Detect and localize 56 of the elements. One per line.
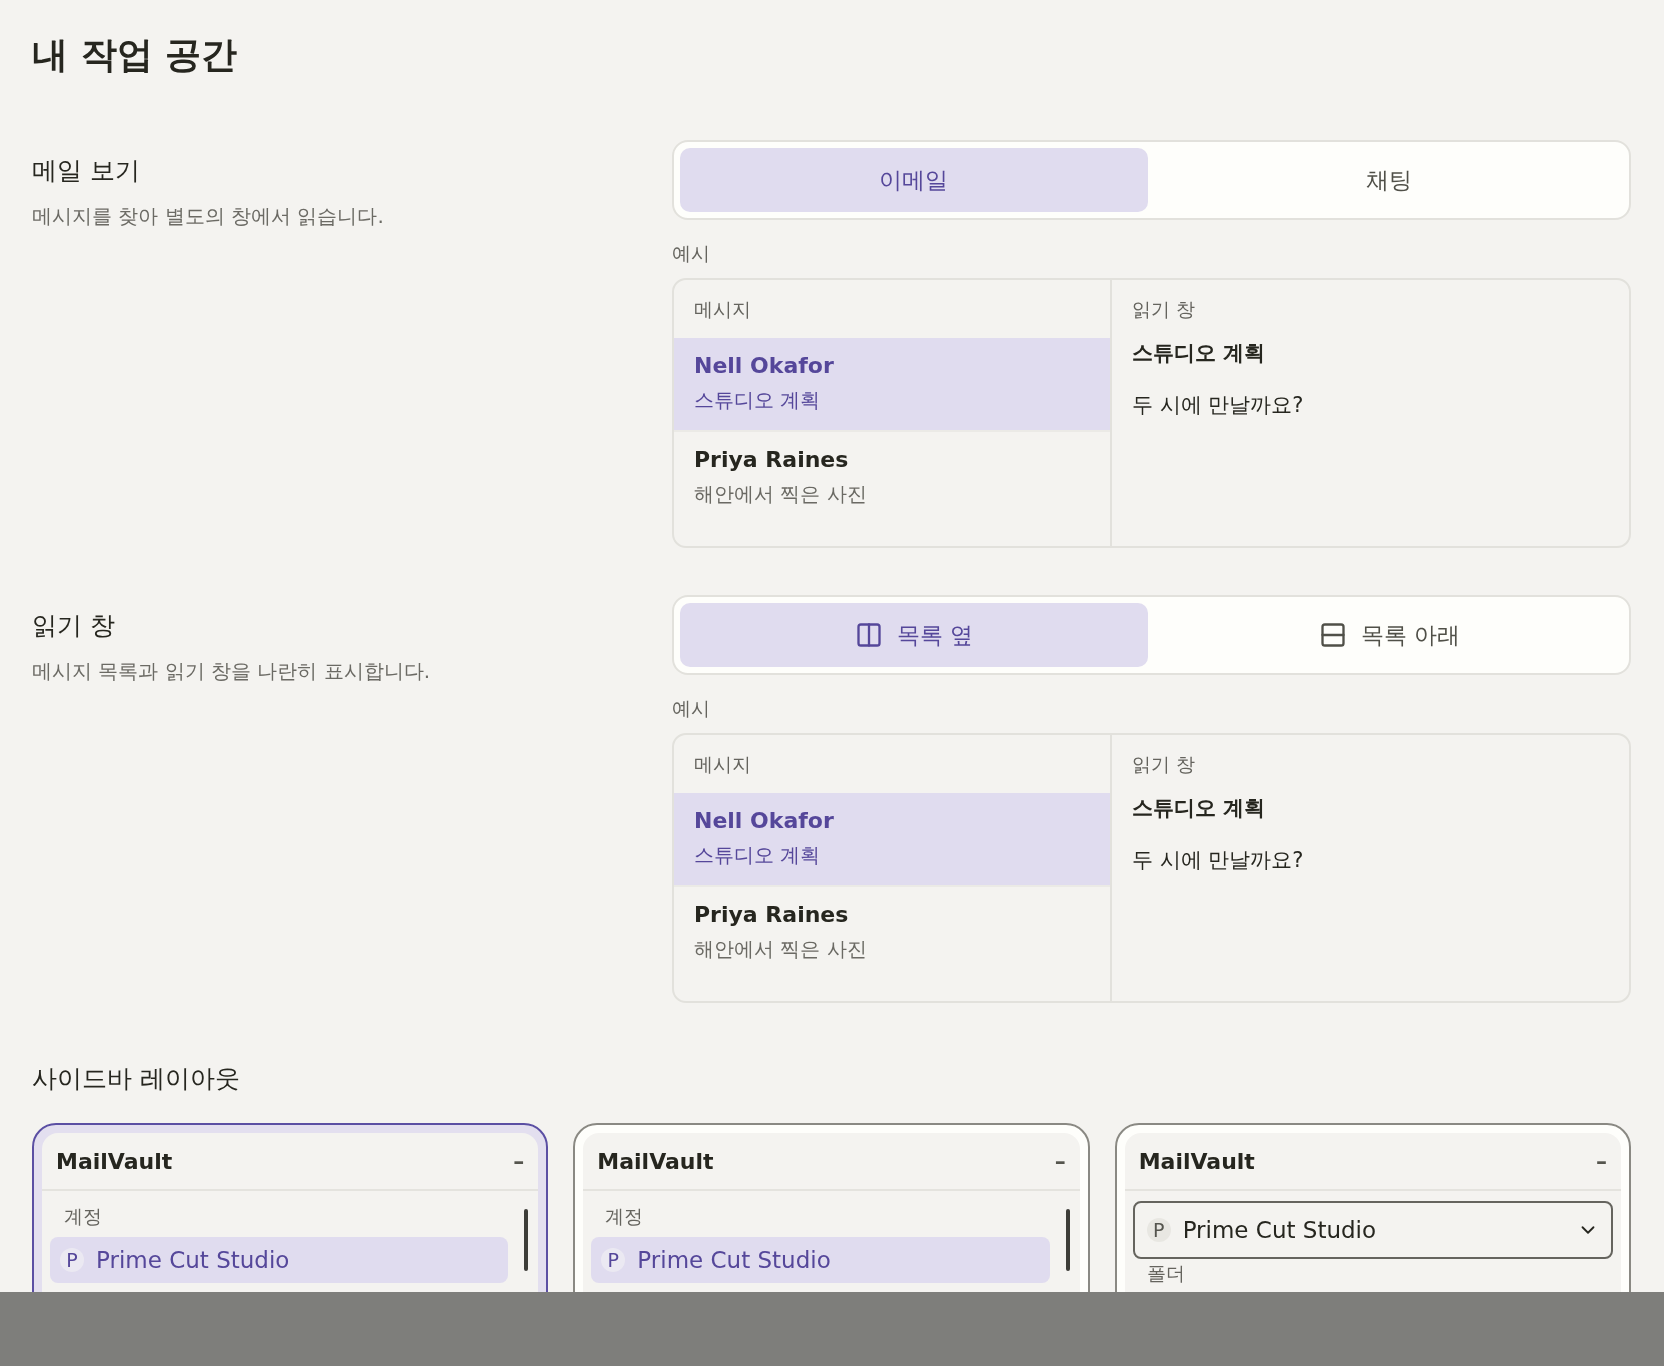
account-dropdown[interactable]: P Prime Cut Studio xyxy=(1132,1201,1613,1259)
segment-tab[interactable]: 이메일 xyxy=(680,148,1148,212)
setting-description: 메시지 목록과 읽기 창을 나란히 표시합니다. xyxy=(32,658,432,685)
rows-icon xyxy=(1318,621,1347,649)
columns-icon xyxy=(854,621,883,649)
setting-label: 메일 보기 xyxy=(32,155,141,187)
account-item[interactable]: P Prime Cut Studio xyxy=(50,1237,509,1283)
reading-body: 두 시에 만날까요? xyxy=(1131,847,1305,874)
section-label: 폴더 xyxy=(1145,1261,1186,1285)
collapse-button[interactable]: – xyxy=(513,1148,525,1174)
setting-description: 메시지를 찾아 별도의 창에서 읽습니다. xyxy=(32,203,385,230)
message-subject: 스튜디오 계획 xyxy=(694,387,822,414)
sender-name: Priya Raines xyxy=(694,901,850,929)
sender-name: Nell Okafor xyxy=(694,352,835,380)
section-heading: 사이드바 레이아웃 xyxy=(32,1063,241,1095)
section-label: 계정 xyxy=(63,1204,103,1229)
column-header: 메시지 xyxy=(693,752,752,777)
sender-name: Nell Okafor xyxy=(694,807,835,835)
setting-label: 읽기 창 xyxy=(32,610,116,642)
collapse-button[interactable]: – xyxy=(1596,1148,1607,1174)
app-name: MailVault xyxy=(1138,1148,1255,1174)
collapse-button[interactable]: – xyxy=(1054,1148,1066,1174)
layout-option-card[interactable]: MailVault – 계정 P Prime Cut Studio xyxy=(32,1123,549,1292)
scrollbar xyxy=(524,1209,529,1271)
message-subject: 해안에서 찍은 사진 xyxy=(694,481,868,508)
app-name: MailVault xyxy=(597,1148,714,1174)
app-name: MailVault xyxy=(56,1148,173,1174)
reading-subject: 스튜디오 계획 xyxy=(1131,340,1267,367)
column-header: 읽기 창 xyxy=(1131,297,1197,322)
avatar-initial: P xyxy=(1146,1218,1171,1242)
account-item[interactable]: P Prime Cut Studio xyxy=(591,1237,1050,1283)
layout-option-card[interactable]: MailVault – P Prime Cut Studio 폴더 xyxy=(1114,1123,1631,1292)
account-name: Prime Cut Studio xyxy=(96,1247,290,1273)
segment-tab[interactable]: 목록 아래 xyxy=(1155,603,1623,667)
message-item[interactable]: Nell Okafor 스튜디오 계획 xyxy=(674,338,1110,432)
reading-body: 두 시에 만날까요? xyxy=(1131,392,1305,419)
layout-option-card[interactable]: MailVault – 계정 P Prime Cut Studio xyxy=(573,1123,1090,1292)
message-item[interactable]: Priya Raines 해안에서 찍은 사진 xyxy=(674,887,1110,981)
message-subject: 해안에서 찍은 사진 xyxy=(694,936,868,963)
preview-label: 예시 xyxy=(672,241,711,266)
message-subject: 스튜디오 계획 xyxy=(694,842,822,869)
section-label: 계정 xyxy=(604,1204,645,1229)
page-title: 내 작업 공간 xyxy=(32,33,239,77)
avatar-initial: P xyxy=(60,1248,84,1272)
preview-label: 예시 xyxy=(672,696,711,721)
message-item[interactable]: Nell Okafor 스튜디오 계획 xyxy=(674,793,1110,887)
account-name: Prime Cut Studio xyxy=(637,1247,831,1273)
reading-subject: 스튜디오 계획 xyxy=(1131,795,1267,822)
column-header: 메시지 xyxy=(693,297,752,322)
sender-name: Priya Raines xyxy=(694,446,850,474)
avatar-initial: P xyxy=(601,1248,626,1272)
scrollbar xyxy=(1065,1209,1070,1271)
column-header: 읽기 창 xyxy=(1131,752,1197,777)
message-item[interactable]: Priya Raines 해안에서 찍은 사진 xyxy=(674,432,1110,526)
segment-tab[interactable]: 목록 옆 xyxy=(680,603,1148,667)
segment-tab[interactable]: 채팅 xyxy=(1155,148,1623,212)
